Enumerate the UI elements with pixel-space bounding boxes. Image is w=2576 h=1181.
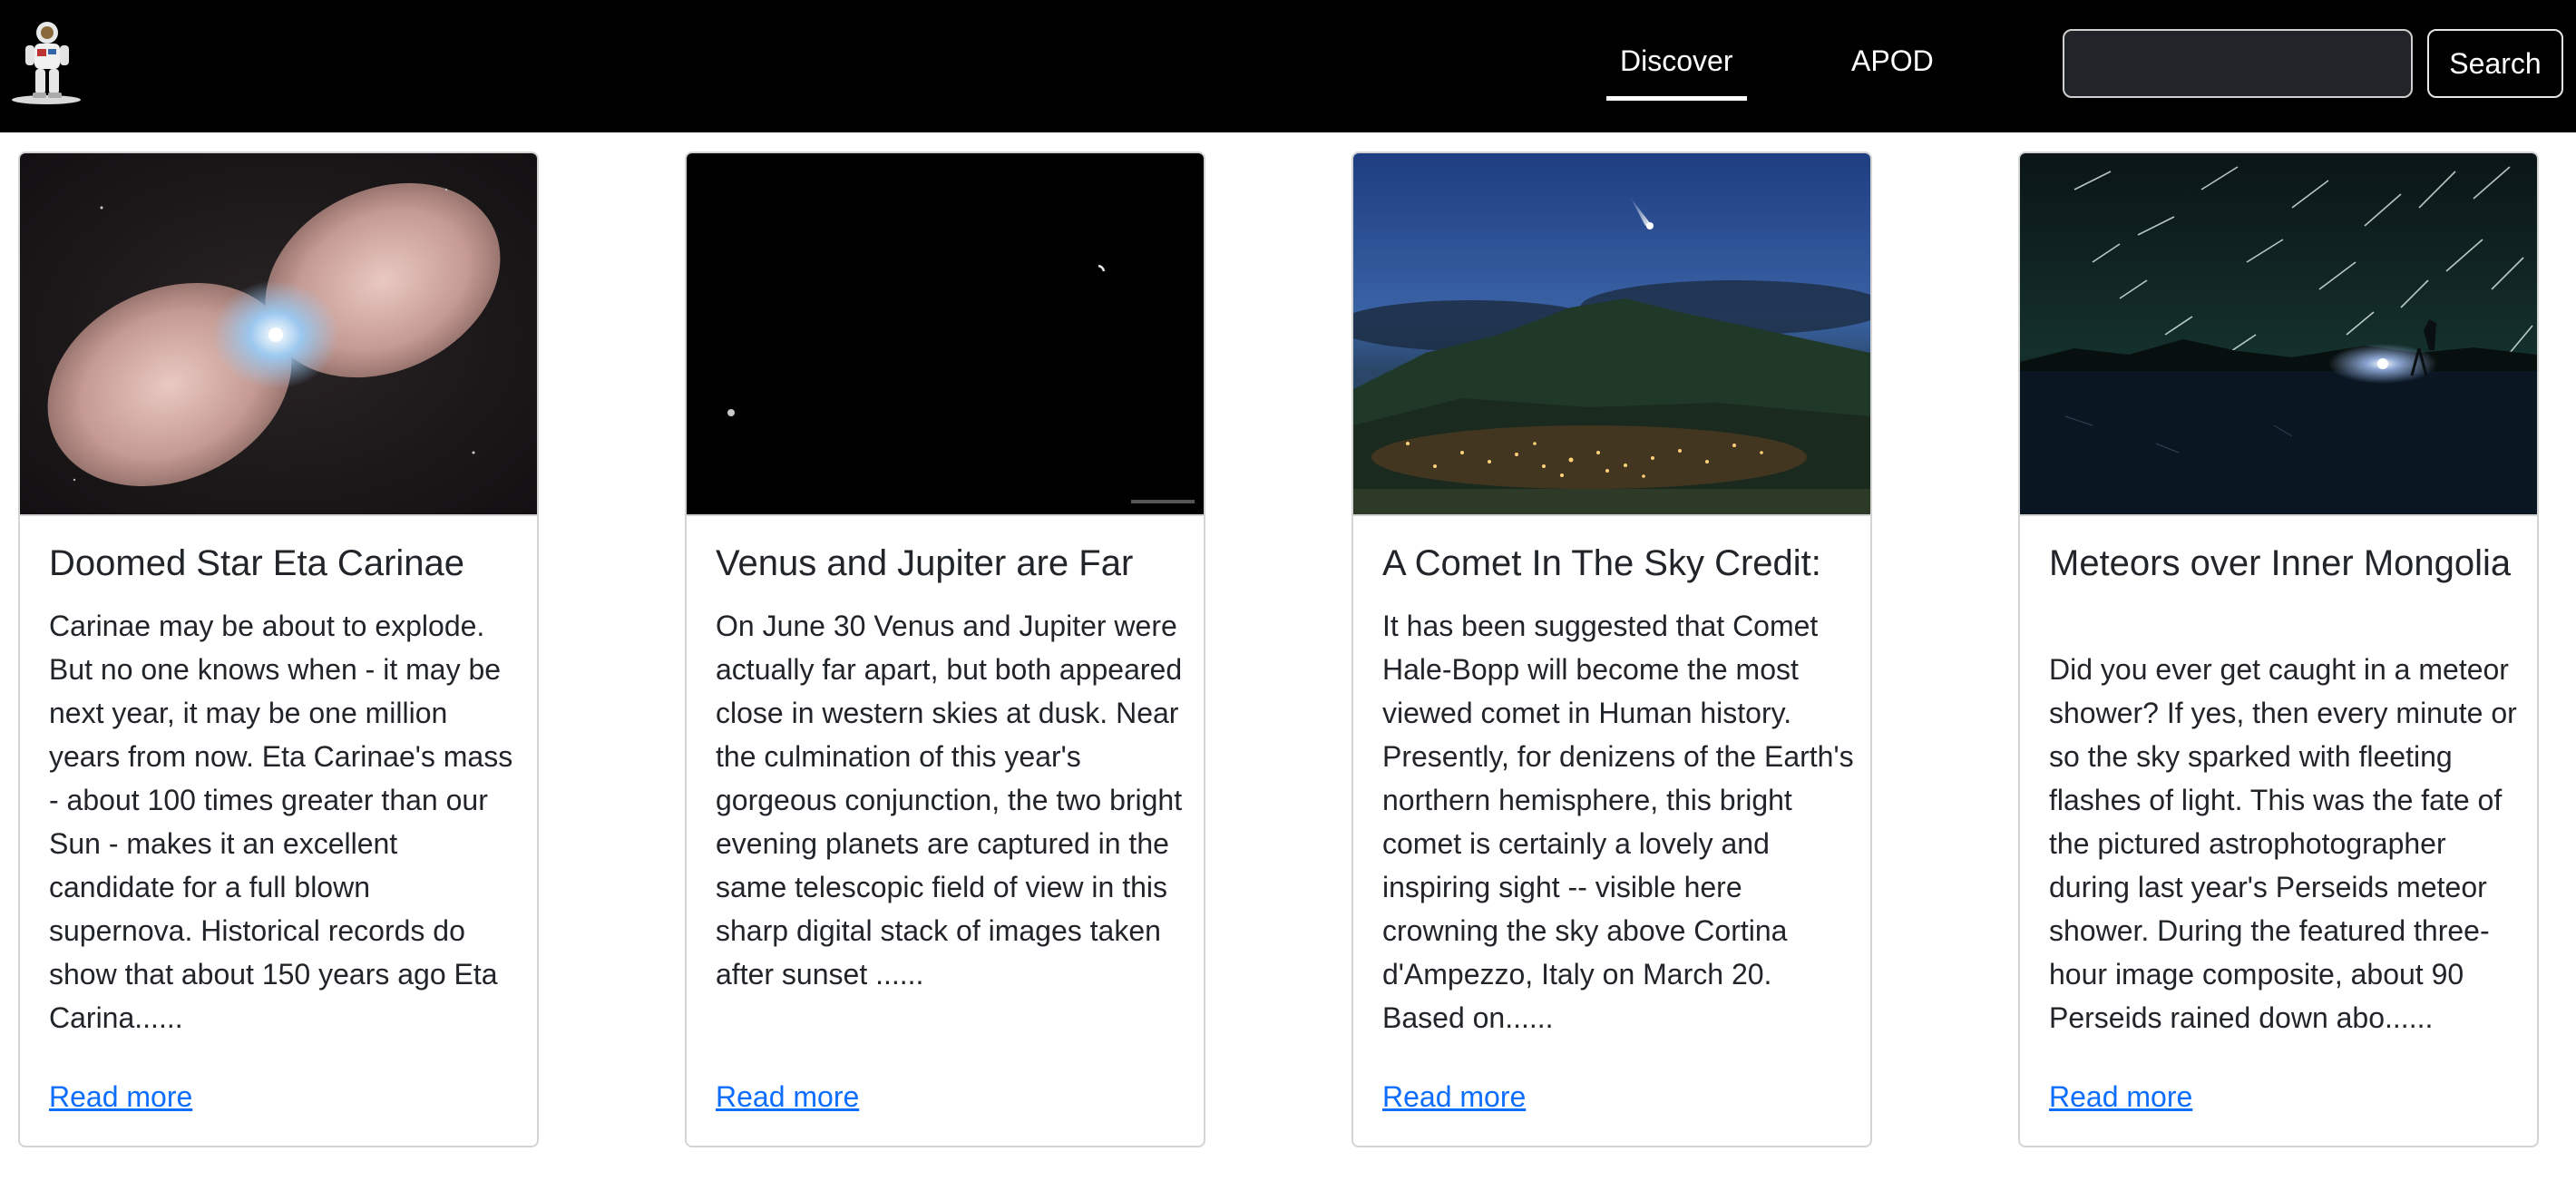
navbar: Discover APOD Search (0, 0, 2576, 132)
search-button[interactable]: Search (2427, 29, 2563, 98)
planets-image[interactable] (687, 153, 1204, 516)
nav-link-apod[interactable]: APOD (1851, 41, 1934, 81)
card-title: Doomed Star Eta Carinae (49, 543, 465, 583)
card-title: Venus and Jupiter are Far (716, 543, 1134, 583)
nebula-image[interactable] (20, 153, 537, 516)
search-input[interactable] (2063, 29, 2413, 98)
card-title: Meteors over Inner Mongolia (2049, 543, 2512, 583)
active-tab-indicator (1606, 96, 1747, 101)
comet-image[interactable] (1353, 153, 1870, 516)
card-description: On June 30 Venus and Jupiter were actual… (716, 610, 1183, 991)
astronaut-logo-icon[interactable] (7, 16, 85, 107)
read-more-link[interactable]: Read more (716, 1077, 859, 1117)
meteor-shower-image[interactable] (2020, 153, 2537, 516)
read-more-link[interactable]: Read more (2049, 1077, 2192, 1117)
card-description: It has been suggested that Comet Hale-Bo… (1382, 610, 1854, 1034)
read-more-link[interactable]: Read more (1382, 1077, 1526, 1117)
card-description: Did you ever get caught in a meteor show… (2049, 653, 2517, 1034)
read-more-link[interactable]: Read more (49, 1077, 192, 1117)
apod-card: Doomed Star Eta Carinae Carinae may be a… (18, 151, 539, 1147)
apod-card: A Comet In The Sky Credit: It has been s… (1351, 151, 1872, 1147)
apod-card: Meteors over Inner Mongolia Did you ever… (2018, 151, 2539, 1147)
apod-card: Venus and Jupiter are Far On June 30 Ven… (685, 151, 1205, 1147)
nav-link-discover[interactable]: Discover (1620, 41, 1732, 81)
card-title: A Comet In The Sky Credit: (1382, 543, 1821, 583)
card-description: Carinae may be about to explode. But no … (49, 610, 513, 1034)
